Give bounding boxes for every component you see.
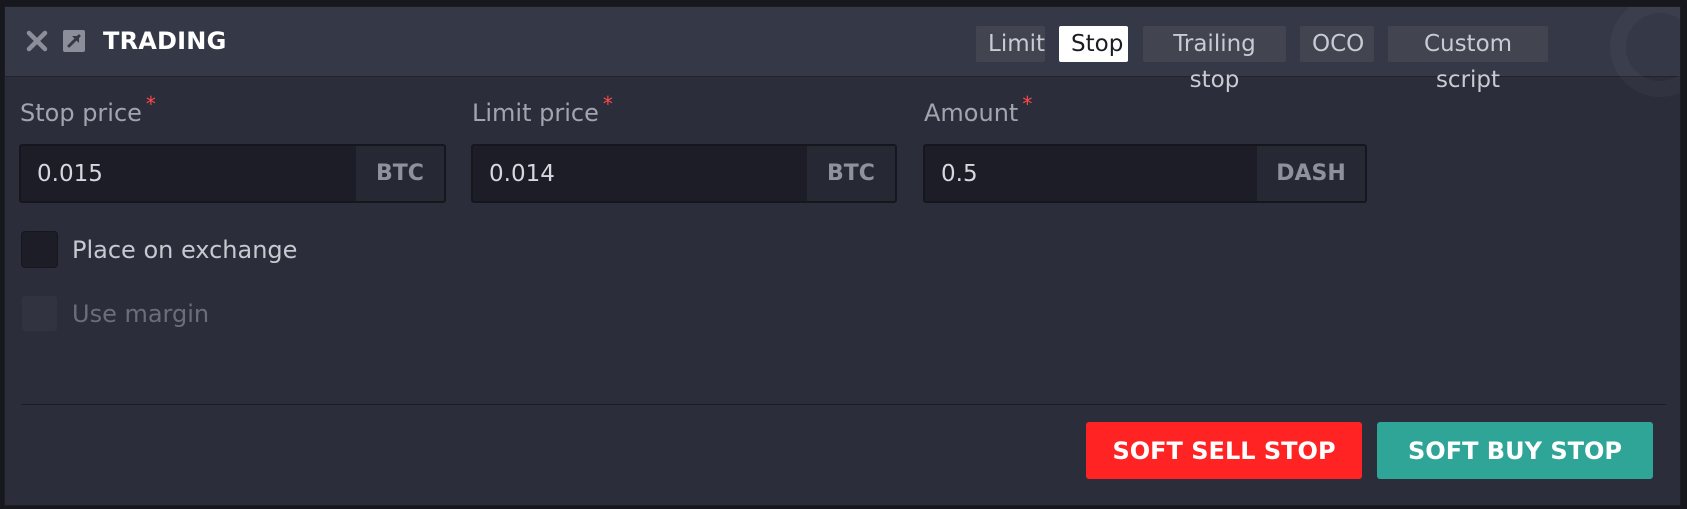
tab-stop[interactable]: Stop [1059,26,1128,62]
tab-trailing-stop[interactable]: Trailing stop [1143,26,1286,93]
panel-header: TRADING Limit Stop Trailing stop OCO Cus… [5,7,1680,93]
panel-title: TRADING [103,27,227,55]
stop-price-unit: BTC [356,146,444,201]
popout-icon[interactable] [62,29,86,53]
stop-price-field: BTC [19,144,446,203]
place-on-exchange-checkbox[interactable] [21,231,58,268]
use-margin-label: Use margin [72,299,210,328]
stop-price-label-text: Stop price [20,99,142,127]
required-marker: * [1022,92,1033,116]
limit-price-input[interactable] [473,146,807,201]
required-marker: * [145,92,156,116]
amount-field: DASH [923,144,1367,203]
soft-buy-stop-button[interactable]: SOFT BUY STOP [1377,422,1653,479]
stop-price-input[interactable] [21,146,356,201]
stop-price-label: Stop price * [20,92,156,127]
use-margin-row: Use margin [21,295,209,332]
place-on-exchange-row[interactable]: Place on exchange [21,231,297,268]
amount-input[interactable] [925,146,1257,201]
amount-unit: DASH [1257,146,1365,201]
trading-panel: TRADING Limit Stop Trailing stop OCO Cus… [4,6,1681,506]
limit-price-label-text: Limit price [472,99,599,127]
soft-sell-stop-button[interactable]: SOFT SELL STOP [1086,422,1362,479]
use-margin-checkbox [21,295,58,332]
limit-price-label: Limit price * [472,92,613,127]
tab-limit[interactable]: Limit [976,26,1045,62]
decorative-arc [1610,7,1680,97]
required-marker: * [602,92,613,116]
place-on-exchange-label: Place on exchange [72,235,298,264]
tab-custom-script[interactable]: Custom script [1388,26,1548,93]
amount-label: Amount * [924,92,1032,127]
close-icon[interactable] [25,29,49,53]
amount-label-text: Amount [924,99,1019,127]
tab-oco[interactable]: OCO [1300,26,1374,62]
divider [21,404,1666,405]
limit-price-field: BTC [471,144,897,203]
limit-price-unit: BTC [807,146,895,201]
